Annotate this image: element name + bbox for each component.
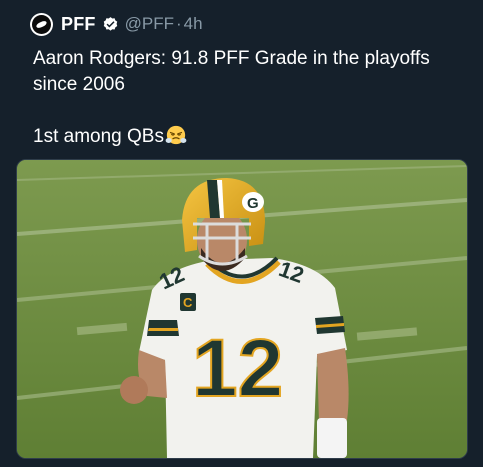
captain-letter: C (183, 295, 193, 310)
tweet-card[interactable]: PFF @PFF · 4h Aaron Rodgers: 91.8 PFF Gr… (0, 0, 483, 467)
tweet-text-line-2: since 2006 (33, 74, 125, 95)
tweet-media-image[interactable]: 12 12 C 12 G (16, 159, 468, 459)
tweet-text: Aaron Rodgers: 91.8 PFF Grade in the pla… (33, 46, 453, 150)
jersey-number: 12 (192, 323, 283, 414)
pff-logo-icon (32, 14, 51, 34)
tweet-header: PFF @PFF · 4h (30, 12, 203, 36)
author-name[interactable]: PFF (61, 14, 96, 35)
author-handle[interactable]: @PFF (125, 14, 174, 34)
right-arm (317, 348, 349, 422)
tweet-text-line-1: Aaron Rodgers: 91.8 PFF Grade in the pla… (33, 48, 430, 69)
face-with-steam-emoji-icon (165, 125, 187, 145)
timestamp[interactable]: 4h (184, 14, 203, 34)
player-photo: 12 12 C 12 G (17, 160, 467, 458)
tweet-text-line-3: 1st among QBs (33, 126, 164, 147)
avatar[interactable] (30, 12, 53, 36)
verified-badge-icon (103, 16, 117, 31)
wrist-tape (317, 418, 347, 458)
separator-dot: · (175, 14, 182, 33)
fist (120, 376, 148, 404)
helmet-letter: G (247, 195, 259, 212)
